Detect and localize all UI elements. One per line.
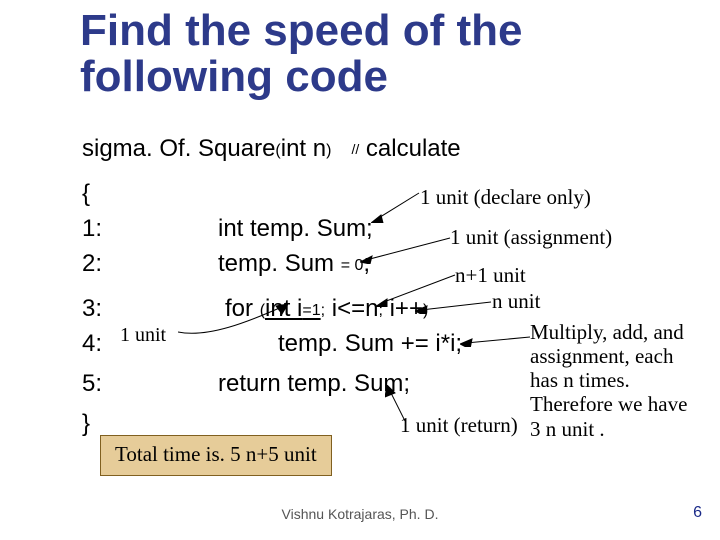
comment-text: calculate (359, 135, 460, 162)
note-declare: 1 unit (declare only) (420, 185, 591, 209)
note-n: n unit (492, 289, 540, 313)
close-paren: ) (326, 142, 331, 159)
func-arg: int n (281, 135, 326, 162)
code-line-4: temp. Sum += i*i; (278, 330, 462, 358)
arrow-1unit-init (178, 302, 288, 342)
arrow-declare (371, 187, 421, 223)
lineno-4: 4: (82, 330, 102, 358)
slide-title: Find the speed of the following code (80, 8, 680, 100)
note-mul-l2: assignment, each (530, 344, 673, 368)
lineno-5: 5: (82, 370, 102, 398)
note-multiply: Multiply, add, and assignment, each has … (530, 320, 715, 441)
note-assign: 1 unit (assignment) (450, 225, 612, 249)
note-mul-l3: has n times. (530, 368, 630, 392)
arrow-return (385, 385, 415, 423)
note-mul-l1: Multiply, add, and (530, 320, 684, 344)
lineno-3: 3: (82, 295, 102, 323)
code-line-2: temp. Sum = 0; (218, 250, 370, 278)
open-brace: { (82, 180, 90, 208)
note-mul-l4: Therefore we have (530, 392, 687, 416)
func-name: sigma. Of. Square (82, 135, 275, 162)
arrow-assign (360, 232, 452, 264)
close-brace: } (82, 410, 90, 438)
for-init-eq: =1 (302, 302, 320, 319)
footer-author: Vishnu Kotrajaras, Ph. D. (0, 506, 720, 522)
footer-page-number: 6 (693, 504, 702, 522)
note-mul-l5: 3 n unit . (530, 417, 605, 441)
note-1unit: 1 unit (120, 324, 166, 347)
code-l2-a: temp. Sum (218, 250, 341, 277)
note-nplus1: n+1 unit (455, 263, 526, 287)
arrow-multiply (460, 331, 532, 347)
code-line-1: int temp. Sum; (218, 215, 373, 243)
code-signature: sigma. Of. Square(int n) // calculate (82, 135, 461, 163)
for-cond: i<=n (325, 295, 378, 322)
arrow-nunit (415, 296, 493, 314)
lineno-1: 1: (82, 215, 102, 243)
note-return: 1 unit (return) (400, 413, 518, 437)
total-time-box: Total time is. 5 n+5 unit (100, 435, 332, 476)
lineno-2: 2: (82, 250, 102, 278)
code-line-5: return temp. Sum; (218, 370, 410, 398)
